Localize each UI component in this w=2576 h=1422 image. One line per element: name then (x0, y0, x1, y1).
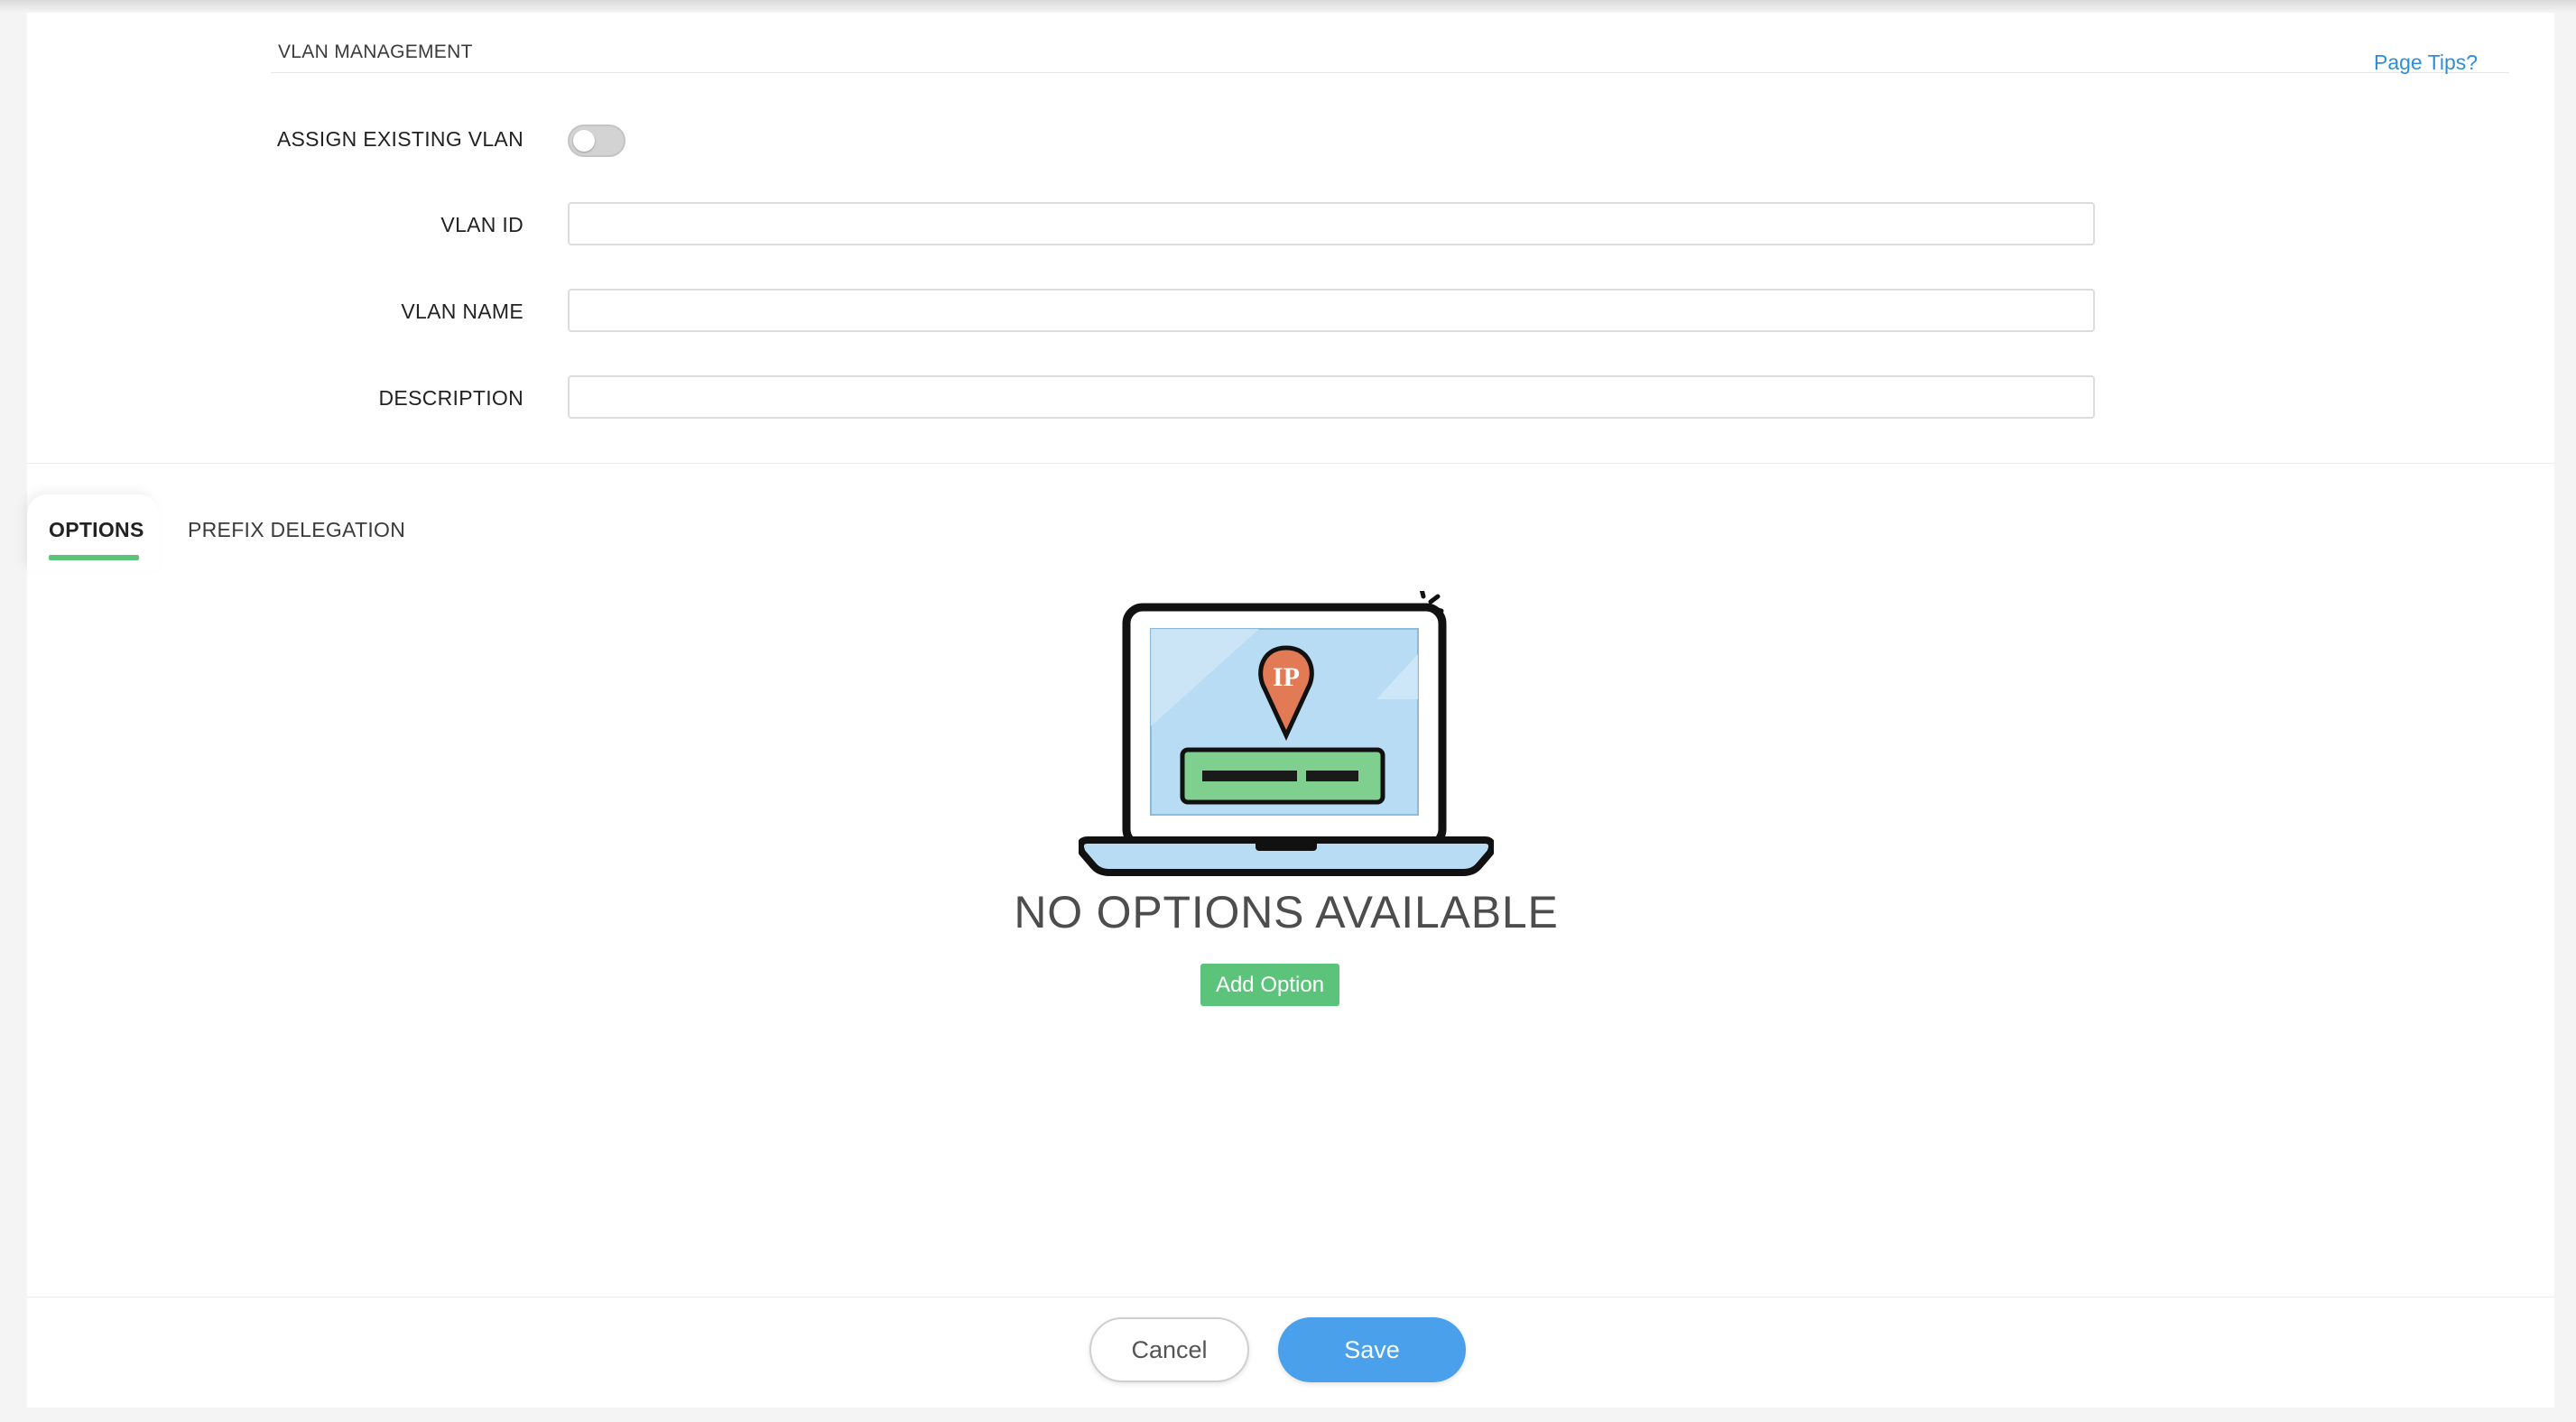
vlan-name-label: VLAN NAME (401, 300, 524, 323)
description-label: DESCRIPTION (378, 386, 524, 410)
vlan-id-label: VLAN ID (440, 213, 524, 236)
add-option-button[interactable]: Add Option (1200, 964, 1339, 1006)
vlan-id-input[interactable] (568, 202, 2095, 245)
left-gutter (0, 13, 27, 1422)
laptop-ip-pin-icon: IP (1079, 591, 1494, 876)
section-divider (271, 72, 2509, 73)
tab-options[interactable]: OPTIONS (49, 518, 144, 542)
ip-pin-label: IP (1273, 662, 1300, 692)
form-divider (27, 463, 2554, 464)
description-input[interactable] (568, 375, 2095, 419)
vlan-name-input[interactable] (568, 289, 2095, 332)
save-button[interactable]: Save (1278, 1317, 1466, 1382)
active-tab-indicator (49, 555, 139, 560)
toggle-knob (573, 130, 595, 152)
empty-state-title: NO OPTIONS AVAILABLE (0, 886, 2576, 938)
section-title: VLAN MANAGEMENT (278, 42, 473, 62)
right-gutter (2554, 13, 2576, 1422)
cancel-button[interactable]: Cancel (1089, 1317, 1249, 1382)
assign-existing-vlan-toggle[interactable] (568, 125, 625, 157)
tab-prefix-delegation[interactable]: PREFIX DELEGATION (188, 518, 405, 542)
bottom-strip (0, 1408, 2576, 1422)
empty-state-title-text: NO OPTIONS AVAILABLE (1014, 887, 1559, 937)
page-tips-link[interactable]: Page Tips? (2374, 51, 2478, 75)
top-shadow (0, 0, 2576, 13)
assign-existing-vlan-label: ASSIGN EXISTING VLAN (276, 127, 524, 151)
